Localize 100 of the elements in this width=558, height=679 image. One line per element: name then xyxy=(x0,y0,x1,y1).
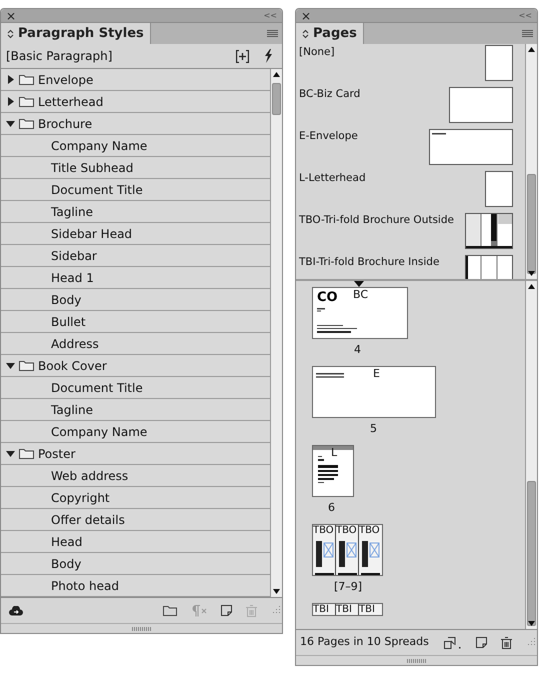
resize-grip-icon[interactable] xyxy=(406,658,426,662)
scroll-up-icon[interactable] xyxy=(528,284,535,289)
folder-icon xyxy=(19,118,34,129)
master-name[interactable]: BC-Biz Card xyxy=(299,87,360,101)
scrollbar[interactable] xyxy=(525,44,537,279)
master-thumbnail[interactable] xyxy=(429,129,513,165)
style-item[interactable]: Sidebar xyxy=(1,245,270,267)
spread-thumbnail[interactable]: TBI TBI TBI xyxy=(312,603,383,616)
page-number: 5 xyxy=(370,422,377,436)
master-name[interactable]: [None] xyxy=(299,45,335,59)
master-prefix: BC xyxy=(353,289,368,300)
trash-icon[interactable] xyxy=(501,636,512,648)
master-prefix: L xyxy=(331,447,338,458)
folder-icon xyxy=(19,360,34,371)
new-page-icon[interactable] xyxy=(221,605,232,616)
master-prefix: TBI xyxy=(359,605,375,615)
style-item[interactable]: Company Name xyxy=(1,421,270,443)
menu-icon[interactable] xyxy=(522,30,533,38)
master-thumbnail[interactable] xyxy=(485,171,513,207)
updown-icon xyxy=(302,28,309,38)
scrollbar[interactable] xyxy=(525,281,537,629)
collapsed-arrow-icon[interactable] xyxy=(6,97,15,106)
style-item[interactable]: Body xyxy=(1,289,270,311)
expanded-arrow-icon[interactable] xyxy=(6,449,15,458)
style-item[interactable]: Head xyxy=(1,531,270,553)
style-item[interactable]: Body xyxy=(1,553,270,575)
style-group-row[interactable]: Book Cover xyxy=(1,355,270,377)
scroll-thumb[interactable] xyxy=(272,83,281,115)
style-item[interactable]: Head 1 xyxy=(1,267,270,289)
page-count-status: 16 Pages in 10 Spreads xyxy=(300,634,429,650)
style-item[interactable]: Company Name xyxy=(1,135,270,157)
style-group-row[interactable]: Envelope xyxy=(1,69,270,91)
page-thumbnail[interactable]: E xyxy=(312,366,436,418)
text-lines-drawing xyxy=(316,373,346,379)
expanded-arrow-icon[interactable] xyxy=(6,119,15,128)
spread-thumbnail[interactable]: TBO TBO TBO xyxy=(312,524,383,576)
master-prefix: TBI xyxy=(313,605,329,615)
scroll-thumb[interactable] xyxy=(527,481,536,626)
master-prefix: TBI xyxy=(336,605,352,615)
style-item[interactable]: Address xyxy=(1,333,270,355)
master-name[interactable]: TBO-Tri-fold Brochure Outside xyxy=(299,213,454,227)
page-number: [7–9] xyxy=(334,580,362,594)
panel-layout-drawing xyxy=(338,539,357,575)
new-page-icon[interactable] xyxy=(476,637,487,648)
page-thumbnail[interactable]: CO BC xyxy=(312,287,408,339)
style-item[interactable]: Tagline xyxy=(1,399,270,421)
updown-icon xyxy=(7,28,14,38)
scroll-thumb[interactable] xyxy=(527,174,536,274)
master-name[interactable]: TBI-Tri-fold Brochure Inside xyxy=(299,255,440,269)
group-name: Envelope xyxy=(38,72,94,88)
group-name: Poster xyxy=(38,446,76,462)
scroll-down-icon[interactable] xyxy=(273,589,280,594)
close-button[interactable]: × xyxy=(301,10,312,22)
edit-page-size-icon[interactable] xyxy=(444,636,462,648)
scroll-up-icon[interactable] xyxy=(273,72,280,77)
style-group-row[interactable]: Brochure xyxy=(1,113,270,135)
folder-icon xyxy=(19,96,34,107)
close-button[interactable]: × xyxy=(6,10,16,22)
master-thumbnail[interactable] xyxy=(465,213,513,249)
expanded-arrow-icon[interactable] xyxy=(6,361,15,370)
folder-icon xyxy=(19,74,34,85)
master-thumbnail[interactable] xyxy=(485,45,513,81)
basic-paragraph-label[interactable]: [Basic Paragraph] xyxy=(6,47,112,65)
scroll-down-icon[interactable] xyxy=(528,271,535,276)
style-item[interactable]: Web address xyxy=(1,465,270,487)
style-item[interactable]: Title Subhead xyxy=(1,157,270,179)
folder-icon[interactable] xyxy=(163,605,177,616)
master-prefix: E xyxy=(373,368,380,379)
page-thumbnail[interactable]: L xyxy=(312,445,354,497)
style-item[interactable]: Bullet xyxy=(1,311,270,333)
style-item[interactable]: Copyright xyxy=(1,487,270,509)
master-thumbnail[interactable] xyxy=(449,87,513,123)
page-number: 6 xyxy=(328,501,335,515)
style-group-row[interactable]: Poster xyxy=(1,443,270,465)
master-prefix: TBO xyxy=(336,526,357,536)
scroll-up-icon[interactable] xyxy=(528,47,535,52)
style-item[interactable]: Sidebar Head xyxy=(1,223,270,245)
style-item[interactable]: Photo head xyxy=(1,575,270,597)
style-item[interactable]: Offer details xyxy=(1,509,270,531)
group-name: Book Cover xyxy=(38,358,107,374)
master-name[interactable]: E-Envelope xyxy=(299,129,358,143)
add-icon[interactable] xyxy=(236,50,249,62)
cloud-icon[interactable] xyxy=(9,606,23,616)
style-group-row[interactable]: Letterhead xyxy=(1,91,270,113)
collapsed-arrow-icon[interactable] xyxy=(6,75,15,84)
style-item[interactable]: Document Title xyxy=(1,179,270,201)
style-item[interactable]: Tagline xyxy=(1,201,270,223)
panel-tab[interactable]: Pages xyxy=(296,23,364,44)
resize-grip-icon[interactable] xyxy=(132,626,152,630)
thumbnail-logo: CO xyxy=(317,291,338,304)
panel-tab[interactable]: Paragraph Styles xyxy=(1,23,151,44)
master-prefix: TBO xyxy=(313,526,334,536)
panel-layout-drawing xyxy=(361,539,380,575)
master-name[interactable]: L-Letterhead xyxy=(299,171,366,185)
menu-icon[interactable] xyxy=(267,30,278,38)
scrollbar[interactable] xyxy=(270,69,282,597)
style-item[interactable]: Document Title xyxy=(1,377,270,399)
scroll-down-icon[interactable] xyxy=(528,621,535,626)
lightning-icon[interactable] xyxy=(263,49,273,63)
master-prefix: TBO xyxy=(359,526,380,536)
